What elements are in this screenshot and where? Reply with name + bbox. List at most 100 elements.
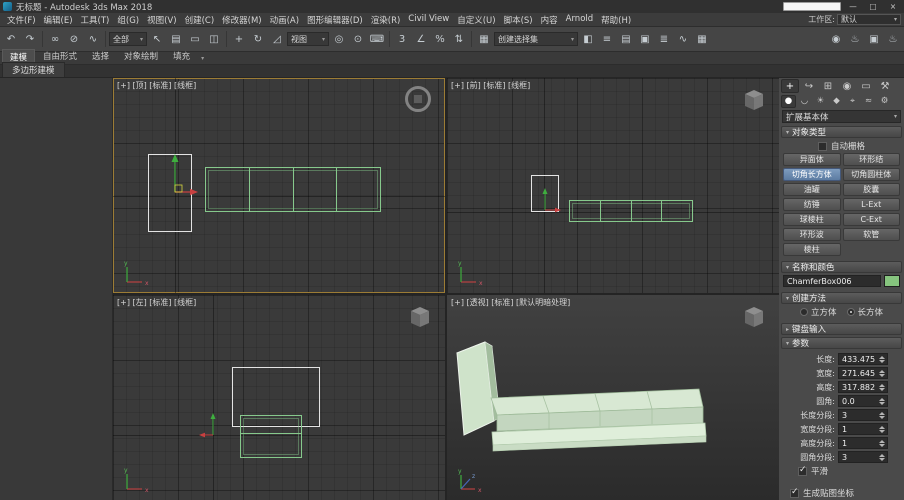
menu-item[interactable]: 组(G): [113, 13, 143, 27]
utilities-tab-icon[interactable]: ⚒: [876, 79, 894, 93]
object-type-button[interactable]: 环形结: [843, 153, 901, 166]
align-icon[interactable]: ≡: [598, 30, 616, 48]
ribbon-chevron-down-icon[interactable]: ▾: [198, 55, 207, 64]
spinner-arrows-icon[interactable]: [878, 426, 886, 433]
maximize-button[interactable]: □: [865, 1, 881, 12]
select-manipulate-icon[interactable]: ⊙: [349, 30, 367, 48]
creation-method-radio[interactable]: 长方体: [847, 306, 884, 318]
ref-coord-dropdown[interactable]: 视图: [287, 32, 329, 46]
select-by-name-icon[interactable]: ▤: [167, 30, 185, 48]
cameras-icon[interactable]: ◆: [829, 95, 844, 108]
transform-gizmo[interactable]: [157, 152, 199, 196]
undo-icon[interactable]: ↶: [2, 30, 20, 48]
creation-method-radio[interactable]: 立方体: [800, 306, 837, 318]
render-setup-icon[interactable]: ♨: [846, 30, 864, 48]
spinner-arrows-icon[interactable]: [878, 440, 886, 447]
mapping-coords-checkbox[interactable]: [790, 489, 799, 498]
rect-region-icon[interactable]: ▭: [186, 30, 204, 48]
spinner-snap-icon[interactable]: ⇅: [450, 30, 468, 48]
rollout-name-color-header[interactable]: 名称和颜色: [781, 261, 902, 273]
viewport-perspective[interactable]: [+] [透视] [标准] [默认明暗处理]: [447, 295, 779, 500]
spacewarps-icon[interactable]: ≈: [861, 95, 876, 108]
object-type-button[interactable]: 球棱柱: [783, 213, 841, 226]
object-type-button[interactable]: 软管: [843, 228, 901, 241]
spinner-arrows-icon[interactable]: [878, 454, 886, 461]
angle-snap-icon[interactable]: ∠: [412, 30, 430, 48]
object-name-input[interactable]: [783, 275, 881, 287]
object-type-button[interactable]: 纺锤: [783, 198, 841, 211]
select-rotate-icon[interactable]: ↻: [249, 30, 267, 48]
rollout-creation-method-header[interactable]: 创建方法: [781, 292, 902, 304]
keyboard-override-icon[interactable]: ⌨: [368, 30, 386, 48]
viewcube[interactable]: [409, 305, 431, 329]
spinner-arrows-icon[interactable]: [878, 356, 886, 363]
select-and-link-icon[interactable]: ∞: [46, 30, 64, 48]
spinner-arrows-icon[interactable]: [878, 412, 886, 419]
object-type-button[interactable]: 异面体: [783, 153, 841, 166]
helpers-icon[interactable]: ⌖: [845, 95, 860, 108]
shapes-icon[interactable]: ◡: [797, 95, 812, 108]
menu-item[interactable]: 图形编辑器(D): [303, 13, 367, 27]
layer-manager-icon[interactable]: ▤: [617, 30, 635, 48]
workspace-dropdown[interactable]: 默认 ▾: [837, 14, 901, 25]
viewcube[interactable]: [405, 86, 431, 112]
menu-item[interactable]: 内容: [537, 13, 562, 27]
viewcube[interactable]: [743, 88, 765, 112]
render-production-icon[interactable]: ♨: [884, 30, 902, 48]
modify-tab-icon[interactable]: ↪: [800, 79, 818, 93]
menu-item[interactable]: Civil View: [404, 13, 453, 27]
rollout-keyboard-entry-header[interactable]: 键盘输入: [781, 323, 902, 335]
mirror-icon[interactable]: ◧: [579, 30, 597, 48]
select-scale-icon[interactable]: ◿: [268, 30, 286, 48]
menu-item[interactable]: 编辑(E): [40, 13, 77, 27]
close-button[interactable]: ×: [885, 1, 901, 12]
select-object-icon[interactable]: ↖: [148, 30, 166, 48]
rendered-frame-icon[interactable]: ▣: [865, 30, 883, 48]
hierarchy-tab-icon[interactable]: ⊞: [819, 79, 837, 93]
menu-item[interactable]: 修改器(M): [218, 13, 265, 27]
menu-item[interactable]: Arnold: [562, 13, 598, 27]
object-color-swatch[interactable]: [884, 275, 900, 287]
geometry-icon[interactable]: ●: [781, 95, 796, 108]
curve-editor-icon[interactable]: ∿: [674, 30, 692, 48]
param-spinner-field[interactable]: 433.475: [838, 353, 888, 365]
primitive-category-dropdown[interactable]: 扩展基本体: [782, 110, 901, 123]
viewport-front-label[interactable]: [+] [前] [标准] [线框]: [451, 80, 530, 91]
object-type-button[interactable]: C-Ext: [843, 213, 901, 226]
rollout-object-type-header[interactable]: 对象类型: [781, 126, 902, 138]
menu-item[interactable]: 动画(A): [266, 13, 303, 27]
object-type-button[interactable]: 胶囊: [843, 183, 901, 196]
param-spinner-field[interactable]: 1: [838, 423, 888, 435]
motion-tab-icon[interactable]: ◉: [838, 79, 856, 93]
menu-item[interactable]: 工具(T): [77, 13, 114, 27]
object-type-button[interactable]: 油罐: [783, 183, 841, 196]
redo-icon[interactable]: ↷: [21, 30, 39, 48]
snap-toggle-3d-icon[interactable]: 3: [393, 30, 411, 48]
param-spinner-field[interactable]: 0.0: [838, 395, 888, 407]
scene-explorer-icon[interactable]: ≣: [655, 30, 673, 48]
spinner-arrows-icon[interactable]: [878, 398, 886, 405]
menu-item[interactable]: 文件(F): [3, 13, 40, 27]
object-type-button[interactable]: L-Ext: [843, 198, 901, 211]
object-type-button[interactable]: 棱柱: [783, 243, 841, 256]
schematic-view-icon[interactable]: ▦: [693, 30, 711, 48]
viewcube[interactable]: [743, 305, 765, 329]
percent-snap-icon[interactable]: %: [431, 30, 449, 48]
lights-icon[interactable]: ☀: [813, 95, 828, 108]
param-spinner-field[interactable]: 3: [838, 409, 888, 421]
display-tab-icon[interactable]: ▭: [857, 79, 875, 93]
viewport-left[interactable]: [+] [左] [标准] [线框]: [113, 295, 445, 500]
ribbon-tab[interactable]: 填充: [166, 49, 197, 64]
minimize-button[interactable]: —: [845, 1, 861, 12]
titlebar-search-input[interactable]: [783, 2, 841, 11]
select-move-icon[interactable]: +: [230, 30, 248, 48]
material-editor-icon[interactable]: ◉: [827, 30, 845, 48]
ribbon-tab[interactable]: 对象绘制: [117, 49, 165, 64]
param-spinner-field[interactable]: 3: [838, 451, 888, 463]
smooth-checkbox[interactable]: [798, 467, 807, 476]
autogrid-checkbox[interactable]: [818, 142, 827, 151]
spinner-arrows-icon[interactable]: [878, 384, 886, 391]
param-spinner-field[interactable]: 1: [838, 437, 888, 449]
transform-gizmo[interactable]: [531, 184, 561, 214]
viewport-top-label[interactable]: [+] [顶] [标准] [线框]: [117, 80, 196, 91]
